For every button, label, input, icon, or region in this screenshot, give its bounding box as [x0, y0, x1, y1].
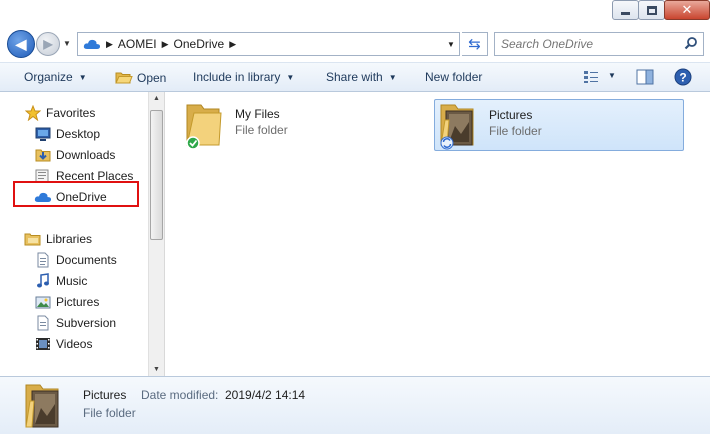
pictures-folder-icon	[435, 100, 481, 150]
nav-libraries-label: Libraries	[46, 232, 93, 246]
organize-button[interactable]: Organize ▼	[24, 70, 87, 84]
address-row: ◀ ▶ ▼ ▶ AOMEI ▶ OneDrive ▶ ▼ ⇆	[0, 28, 710, 62]
forward-arrow-icon: ▶	[43, 37, 53, 51]
view-options-icon[interactable]	[583, 70, 599, 84]
nav-favorites-label: Favorites	[46, 106, 96, 120]
videos-icon	[34, 336, 52, 352]
breadcrumb-arrow-icon[interactable]: ▶	[229, 39, 236, 50]
navigation-pane: Favorites Desktop Downloads Recent Place…	[0, 92, 148, 376]
window-controls: ✕	[612, 0, 710, 20]
chevron-down-icon: ▼	[78, 72, 87, 82]
help-icon[interactable]: ?	[674, 68, 692, 86]
search-input[interactable]	[501, 37, 681, 51]
svg-text:?: ?	[679, 71, 686, 85]
share-with-label: Share with	[326, 70, 383, 84]
close-icon: ✕	[681, 2, 693, 18]
nav-item-pictures[interactable]: Pictures	[34, 292, 99, 312]
scroll-down-arrow-icon[interactable]: ▼	[153, 366, 160, 373]
chevron-down-icon: ▼	[388, 72, 397, 82]
star-icon	[24, 105, 42, 121]
folder-type: File folder	[235, 123, 288, 137]
folder-tile-my-files[interactable]: My Files File folder	[181, 99, 421, 151]
folder-name: Pictures	[489, 108, 533, 122]
open-button[interactable]: Open	[115, 70, 166, 85]
breadcrumb-item-aomei[interactable]: AOMEI	[118, 37, 157, 51]
nav-favorites[interactable]: Favorites	[24, 103, 95, 123]
open-label: Open	[137, 70, 167, 85]
folder-icon	[181, 99, 227, 150]
details-pane: Pictures Date modified: 2019/4/2 14:14 F…	[0, 376, 710, 434]
refresh-icon: ⇆	[468, 35, 481, 53]
command-bar: Organize ▼ Open Include in library ▼ Share…	[0, 62, 710, 92]
nav-item-label: Documents	[56, 253, 117, 267]
share-with-button[interactable]: Share with ▼	[326, 70, 397, 84]
onedrive-cloud-icon	[83, 39, 101, 49]
subversion-icon	[34, 315, 52, 331]
navigation-scrollbar[interactable]: ▲ ▼	[148, 92, 164, 376]
details-item-name: Pictures	[83, 388, 127, 402]
new-folder-button[interactable]: New folder	[425, 70, 482, 84]
chevron-down-icon: ▼	[286, 72, 295, 82]
nav-item-subversion[interactable]: Subversion	[34, 313, 116, 333]
search-box[interactable]	[494, 32, 704, 56]
forward-button[interactable]: ▶	[36, 32, 60, 56]
breadcrumb-item-onedrive[interactable]: OneDrive	[174, 37, 225, 51]
search-icon[interactable]	[684, 36, 698, 50]
back-button[interactable]: ◀	[7, 30, 35, 58]
include-in-library-button[interactable]: Include in library ▼	[193, 70, 294, 84]
nav-item-label: Desktop	[56, 127, 101, 141]
annotation-highlight-box	[13, 181, 139, 207]
file-list: My Files File folder Pictures File folde…	[165, 92, 710, 376]
nav-item-label: Music	[56, 274, 88, 288]
breadcrumb-arrow-icon[interactable]: ▶	[106, 39, 113, 50]
nav-item-music[interactable]: Music	[34, 271, 87, 291]
desktop-icon	[34, 126, 52, 142]
details-modified-label: Date modified:	[141, 388, 219, 402]
chevron-down-icon: ▼	[608, 71, 616, 80]
scrollbar-thumb[interactable]	[150, 110, 163, 240]
address-dropdown[interactable]: ▼	[443, 33, 459, 55]
organize-label: Organize	[24, 70, 73, 84]
view-options-dropdown[interactable]: ▼	[608, 71, 616, 80]
folder-name: My Files	[235, 107, 280, 121]
nav-item-label: Downloads	[56, 148, 116, 162]
music-icon	[34, 273, 52, 289]
nav-item-desktop[interactable]: Desktop	[34, 124, 100, 144]
title-bar: ✕	[0, 0, 710, 28]
nav-item-documents[interactable]: Documents	[34, 250, 117, 270]
nav-libraries[interactable]: Libraries	[24, 229, 92, 249]
maximize-icon	[646, 5, 657, 15]
close-button[interactable]: ✕	[664, 0, 710, 20]
minimize-icon	[621, 11, 630, 15]
preview-pane-icon[interactable]	[636, 69, 654, 85]
nav-item-label: Subversion	[56, 316, 117, 330]
recent-pages-dropdown[interactable]: ▼	[63, 39, 71, 48]
maximize-button[interactable]	[638, 0, 665, 20]
folder-type: File folder	[489, 124, 542, 138]
breadcrumb-arrow-icon[interactable]: ▶	[162, 39, 169, 50]
nav-item-label: Videos	[56, 337, 93, 351]
breadcrumb: ▶ AOMEI ▶ OneDrive ▶	[101, 37, 241, 51]
details-modified-value: 2019/4/2 14:14	[225, 388, 306, 402]
nav-item-label: Pictures	[56, 295, 100, 309]
libraries-icon	[24, 231, 42, 247]
downloads-folder-icon	[34, 147, 52, 163]
folder-tile-pictures[interactable]: Pictures File folder	[434, 99, 684, 151]
pictures-icon	[34, 294, 52, 310]
nav-item-downloads[interactable]: Downloads	[34, 145, 115, 165]
scroll-up-arrow-icon[interactable]: ▲	[153, 95, 160, 102]
include-in-library-label: Include in library	[193, 70, 281, 84]
refresh-button[interactable]: ⇆	[462, 32, 488, 56]
new-folder-label: New folder	[425, 70, 483, 84]
open-folder-icon	[115, 72, 133, 84]
documents-icon	[34, 252, 52, 268]
minimize-button[interactable]	[612, 0, 639, 20]
nav-item-videos[interactable]: Videos	[34, 334, 92, 354]
address-bar[interactable]: ▶ AOMEI ▶ OneDrive ▶ ▼	[77, 32, 460, 56]
pictures-folder-icon	[25, 384, 59, 428]
back-arrow-icon: ◀	[15, 35, 27, 52]
details-item-type: File folder	[83, 406, 136, 420]
